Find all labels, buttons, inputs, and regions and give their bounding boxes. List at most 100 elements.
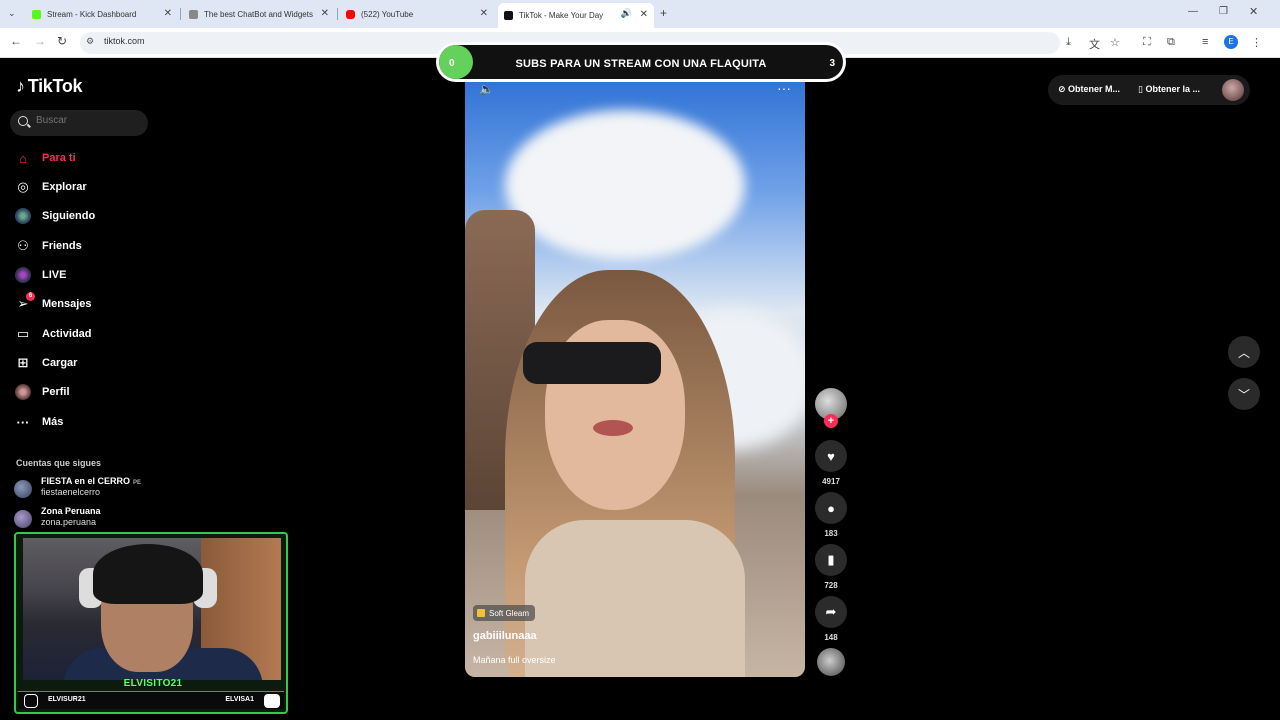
effect-icon [477,609,485,617]
back-icon[interactable]: ← [10,34,22,48]
effect-tag[interactable]: Soft Gleam [473,605,536,621]
compass-icon: ◎ [17,179,29,194]
tiktok-icon [504,11,513,20]
restore-icon[interactable]: ❐ [1219,6,1228,17]
close-icon[interactable]: ✕ [164,8,172,19]
followed-account[interactable]: Zona Peruana zona.peruana [14,506,154,532]
get-app-button[interactable]: ▯ Obtener la ... [1138,84,1200,95]
site-info-icon[interactable]: ⚙ [86,36,94,47]
sidebar-item-label: Explorar [42,181,87,193]
translate-icon[interactable]: 文 [1089,36,1100,52]
heart-icon: ♥ [815,440,847,472]
live-icon [14,266,32,284]
tiktok-logo[interactable]: ♪ TikTok [16,76,83,97]
webcam-feed [23,538,281,680]
goal-text: SUBS PARA UN STREAM CON UNA FLAQUITA [515,58,767,70]
social-bar: ELVISUR21 ELVISA1 [18,691,284,709]
profile-avatar[interactable]: E [1224,35,1238,49]
tab-title: (522) YouTube [361,9,414,19]
tab-youtube[interactable]: (522) YouTube ✕ [340,4,494,24]
reload-icon[interactable]: ↻ [57,34,67,48]
volume-icon[interactable]: 🔈 [479,82,494,96]
sidebar-item-label: LIVE [42,269,67,281]
tab-kick[interactable]: Stream - Kick Dashboard ✕ [26,4,178,24]
subscriber-goal-bar: 0 SUBS PARA UN STREAM CON UNA FLAQUITA 3 [436,42,846,82]
sidebar-item-perfil[interactable]: Perfil [14,381,70,403]
sidebar-item-explorar[interactable]: ◎ Explorar [14,176,87,198]
following-section-title: Cuentas que sigues [16,458,102,468]
comment-count: 183 [824,529,838,538]
tab-chatbot[interactable]: The best ChatBot and Widgets ✕ [183,4,335,24]
instagram-icon [24,694,38,708]
extensions-icon[interactable]: ⧉ [1167,36,1175,49]
video-player[interactable]: 🔈 ··· Soft Gleam gabiiilunaaa Mañana ful… [465,70,805,677]
comment-button[interactable]: ● 183 [815,492,847,538]
video-author[interactable]: gabiiilunaaa [473,630,537,642]
sidebar-item-label: Para ti [42,152,76,164]
instagram-handle: ELVISUR21 [48,696,86,703]
sidebar-item-friends[interactable]: ⚇ Friends [14,235,82,257]
sidebar-item-label: Mensajes [42,298,92,310]
close-window-icon[interactable]: ✕ [1249,5,1258,18]
close-icon[interactable]: ✕ [480,8,488,19]
speaker-icon[interactable]: 🔊 [621,8,632,19]
tab-separator [337,8,338,20]
chevron-down-icon: ﹀ [1237,387,1250,402]
following-icon [14,207,32,225]
minimize-icon[interactable]: — [1188,6,1198,17]
tab-list-icon[interactable]: ⌄ [8,8,16,19]
save-button[interactable]: ▮ 728 [815,544,847,590]
get-coins-button[interactable]: ⊘ Obtener M... [1058,84,1120,95]
music-disc-icon[interactable] [817,648,845,676]
user-avatar[interactable] [1222,79,1244,101]
sidebar-item-label: Actividad [42,328,92,340]
sidebar-item-actividad[interactable]: ▭ Actividad [14,323,92,345]
followed-account[interactable]: FIESTA en el CERRO PE fiestaenelcerro [14,476,154,502]
search-input[interactable] [36,115,136,126]
streamer-name: ELVISITO21 [123,678,183,689]
menu-icon[interactable]: ⋮ [1251,36,1262,49]
url-text[interactable]: tiktok.com [104,36,145,46]
save-count: 728 [824,581,838,590]
forward-icon[interactable]: → [34,34,46,48]
star-icon[interactable]: ☆ [1110,36,1120,49]
close-icon[interactable]: ✕ [640,9,648,20]
tab-tiktok[interactable]: TikTok - Make Your Day 🔊 ✕ [498,3,654,28]
screenshot-icon[interactable]: ⛶ [1143,36,1151,49]
sidebar-item-siguiendo[interactable]: Siguiendo [14,205,95,227]
more-options-icon[interactable]: ··· [777,80,791,96]
sidebar-item-live[interactable]: LIVE [14,264,66,286]
previous-video-button[interactable]: ︿ [1228,336,1260,368]
install-icon[interactable]: ⤓ [1066,36,1071,49]
webcam-overlay: ELVISITO21 ELVISUR21 ELVISA1 [14,532,288,714]
profile-icon [14,383,32,401]
like-button[interactable]: ♥ 4917 [815,440,847,486]
share-icon: ➦ [815,596,847,628]
follow-button[interactable]: + [824,414,838,428]
sidebar-item-mas[interactable]: ··· Más [14,411,64,433]
new-tab-icon[interactable]: + [660,6,667,20]
tab-separator [180,8,181,20]
next-video-button[interactable]: ﹀ [1228,378,1260,410]
share-button[interactable]: ➦ 148 [815,596,847,642]
chevron-up-icon: ︿ [1237,345,1250,360]
bookmark-icon: ▮ [815,544,847,576]
sidebar-item-cargar[interactable]: ⊞ Cargar [14,352,78,374]
close-icon[interactable]: ✕ [321,8,329,19]
search-box[interactable] [10,110,148,136]
unread-badge: 6 [26,292,35,301]
sidebar-item-para-ti[interactable]: ⌂ Para ti [14,147,76,169]
video-caption: Mañana full oversize [473,655,556,665]
tab-title: Stream - Kick Dashboard [47,9,137,19]
tab-title: TikTok - Make Your Day [519,11,604,20]
upload-icon: ⊞ [17,355,29,370]
friends-icon: ⚇ [17,238,29,253]
chatbot-icon [189,9,198,19]
comment-icon: ● [815,492,847,524]
like-count: 4917 [822,477,840,486]
media-icon[interactable]: ≡ [1202,36,1208,48]
sidebar-item-mensajes[interactable]: ➢ 6 Mensajes [14,292,92,315]
account-name: FIESTA en el CERRO PE [41,476,142,486]
activity-icon: ▭ [16,326,30,341]
account-handle: fiestaenelcerro [41,487,101,497]
